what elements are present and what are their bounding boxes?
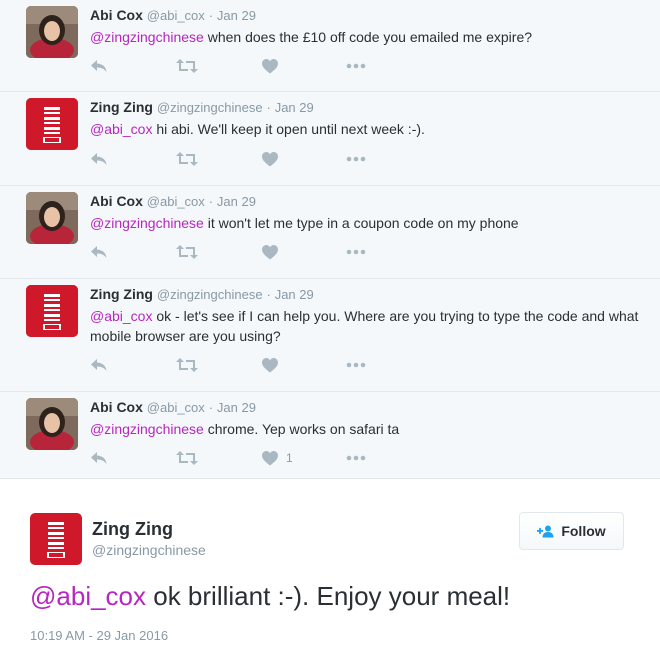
focused-author-handle[interactable]: @zingzingchinese [92,542,206,558]
heart-icon[interactable] [262,56,278,76]
focused-author-name[interactable]: Zing Zing [92,519,173,540]
avatar[interactable] [26,398,78,450]
avatar[interactable] [26,192,78,244]
follow-button[interactable]: Follow [519,512,624,550]
tweet-text: @abi_cox hi abi. We'll keep it open unti… [90,119,640,139]
heart-icon[interactable] [262,242,278,262]
reply-icon[interactable] [90,56,108,76]
retweet-icon[interactable] [176,242,198,262]
conversation-thread: Abi Cox @abi_cox · Jan 29 @zingzingchine… [0,0,660,479]
add-user-icon [537,525,554,537]
tweet-timestamp[interactable]: 10:19 AM - 29 Jan 2016 [30,628,168,643]
separator-dot: · [266,100,271,115]
tweet-text: @zingzingchinese chrome. Yep works on sa… [90,419,640,439]
avatar[interactable] [26,285,78,337]
mention-link[interactable]: @abi_cox [30,581,146,611]
tweet-text-body: chrome. Yep works on safari ta [203,421,400,437]
tweet-text: @zingzingchinese when does the £10 off c… [90,27,640,47]
retweet-icon[interactable] [176,149,198,169]
tweet-author-handle[interactable]: @zingzingchinese [157,287,263,302]
reply-icon[interactable] [90,448,108,468]
tweet-author-handle[interactable]: @zingzingchinese [157,100,263,115]
separator-dot: · [208,194,214,209]
tweet-time[interactable]: Jan 29 [217,400,256,415]
tweet-text-body: hi abi. We'll keep it open until next we… [152,121,425,137]
more-icon[interactable] [346,56,366,76]
reply-icon[interactable] [90,242,108,262]
reply-icon[interactable] [90,149,108,169]
tweet-time[interactable]: Jan 29 [275,287,314,302]
tweet[interactable]: Abi Cox @abi_cox · Jan 29 @zingzingchine… [0,186,660,279]
separator-dot: · [208,400,214,415]
tweet-author-handle[interactable]: @abi_cox [147,194,205,209]
mention-link[interactable]: @abi_cox [90,308,152,324]
mention-link[interactable]: @abi_cox [90,121,152,137]
focused-tweet-text-body: ok brilliant :-). Enjoy your meal! [146,581,511,611]
tweet-time[interactable]: Jan 29 [275,100,314,115]
tweet-author-name[interactable]: Abi Cox [90,399,143,415]
avatar[interactable] [30,513,82,565]
retweet-icon[interactable] [176,56,198,76]
tweet[interactable]: Zing Zing @zingzingchinese · Jan 29 @abi… [0,279,660,392]
tweet[interactable]: Abi Cox @abi_cox · Jan 29 @zingzingchine… [0,392,660,479]
focused-tweet-text: @abi_cox ok brilliant :-). Enjoy your me… [30,580,510,612]
tweet-text-body: ok - let's see if I can help you. Where … [90,308,639,344]
separator-dot: · [266,287,271,302]
tweet-time[interactable]: Jan 29 [217,194,256,209]
avatar[interactable] [26,98,78,150]
more-icon[interactable] [346,355,366,375]
more-icon[interactable] [346,448,366,468]
tweet-text: @zingzingchinese it won't let me type in… [90,213,640,233]
like-count: 1 [286,451,293,465]
follow-button-label: Follow [561,523,606,539]
tweet-author-name[interactable]: Abi Cox [90,193,143,209]
heart-icon[interactable]: 1 [262,448,293,468]
tweet[interactable]: Abi Cox @abi_cox · Jan 29 @zingzingchine… [0,0,660,92]
tweet-author-handle[interactable]: @abi_cox [147,400,205,415]
tweet-text-body: when does the £10 off code you emailed m… [203,29,533,45]
more-icon[interactable] [346,242,366,262]
heart-icon[interactable] [262,149,278,169]
tweet-author-name[interactable]: Zing Zing [90,286,153,302]
heart-icon[interactable] [262,355,278,375]
mention-link[interactable]: @zingzingchinese [90,421,204,437]
avatar[interactable] [26,6,78,58]
mention-link[interactable]: @zingzingchinese [90,215,204,231]
tweet-author-name[interactable]: Zing Zing [90,99,153,115]
more-icon[interactable] [346,149,366,169]
retweet-icon[interactable] [176,355,198,375]
reply-icon[interactable] [90,355,108,375]
tweet-text: @abi_cox ok - let's see if I can help yo… [90,306,640,346]
tweet-author-name[interactable]: Abi Cox [90,7,143,23]
focused-tweet: Zing Zing @zingzingchinese Follow @abi_c… [0,480,660,650]
retweet-icon[interactable] [176,448,198,468]
mention-link[interactable]: @zingzingchinese [90,29,204,45]
tweet-author-handle[interactable]: @abi_cox [147,8,205,23]
tweet-time[interactable]: Jan 29 [217,8,256,23]
tweet[interactable]: Zing Zing @zingzingchinese · Jan 29 @abi… [0,92,660,186]
tweet-text-body: it won't let me type in a coupon code on… [203,215,519,231]
separator-dot: · [208,8,214,23]
